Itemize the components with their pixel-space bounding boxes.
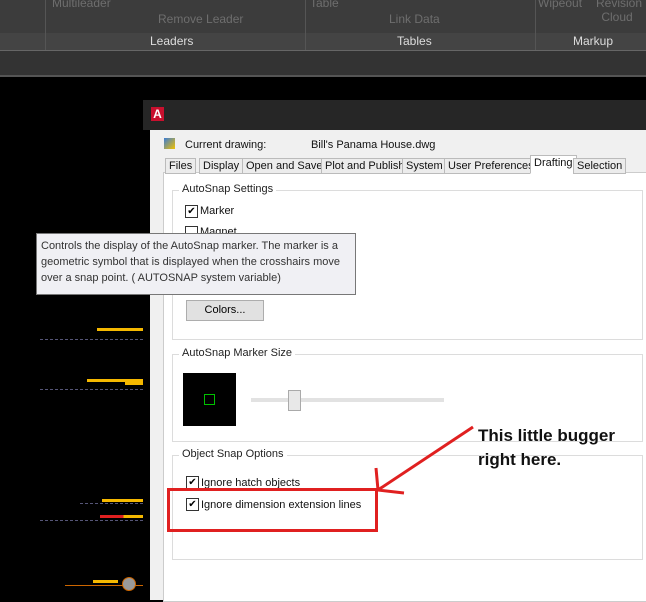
annotation-text: This little bugger right here. <box>478 426 615 469</box>
annotation-arrow-icon <box>374 425 474 495</box>
